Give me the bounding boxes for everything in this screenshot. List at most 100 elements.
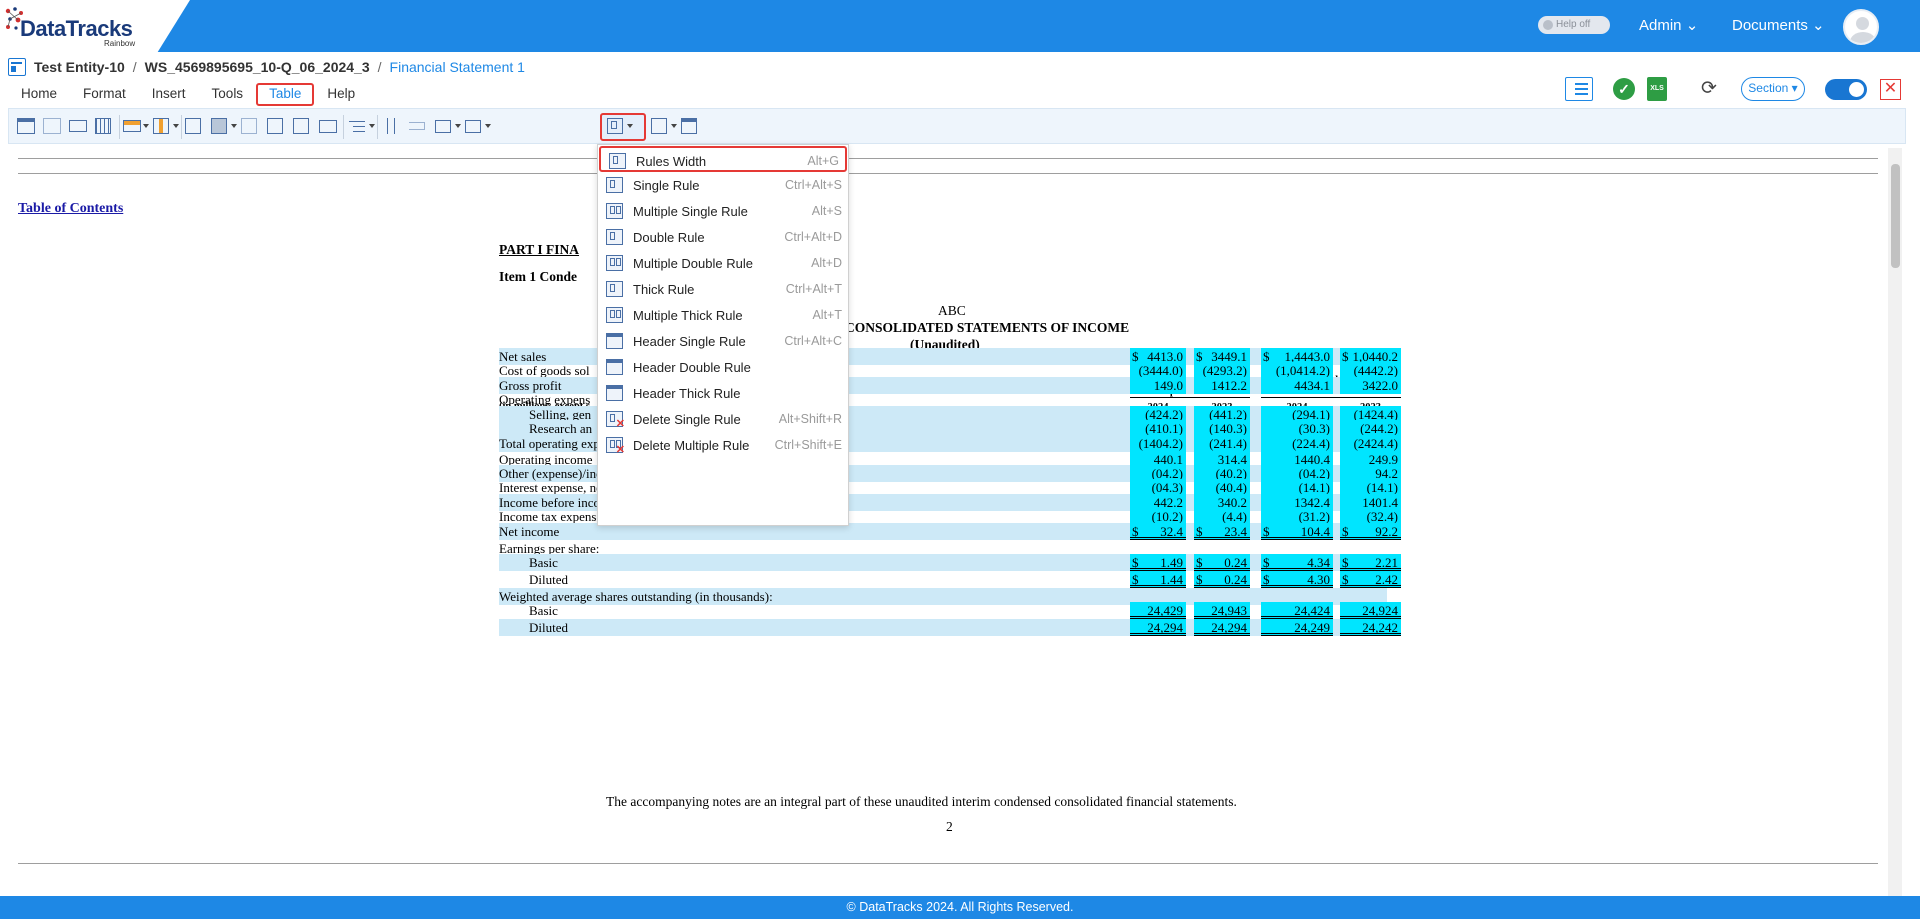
table-row[interactable]: Diluted 24,294 24,294 24,249 24,242	[499, 619, 1401, 636]
menu-home[interactable]: Home	[8, 84, 70, 106]
table-layout-icon[interactable]	[465, 118, 491, 136]
table-cell[interactable]: 24,294	[1194, 619, 1250, 636]
cell-value: 24,424	[1294, 603, 1330, 618]
validate-check-icon[interactable]: ✓	[1613, 78, 1635, 100]
user-avatar[interactable]	[1843, 9, 1879, 45]
rules-menu-item[interactable]: Multiple Double Rule Alt+D	[598, 250, 848, 276]
table-cell[interactable]: $2.21	[1340, 554, 1401, 571]
table-cell[interactable]: (2424.4)	[1340, 435, 1401, 452]
table-settings-icon[interactable]	[681, 118, 701, 136]
table-cell[interactable]: $92.2	[1340, 523, 1401, 540]
rules-menu-item[interactable]: Double Rule Ctrl+Alt+D	[598, 224, 848, 250]
rules-menu-item[interactable]: ✕ Delete Multiple Rule Ctrl+Shift+E	[598, 432, 848, 458]
table-of-contents-link[interactable]: Table of Contents	[18, 201, 123, 217]
breadcrumb-entity[interactable]: Test Entity-10	[34, 59, 125, 75]
select-table-icon[interactable]	[95, 118, 115, 136]
rules-menu-item[interactable]: Multiple Thick Rule Alt+T	[598, 302, 848, 328]
table-cell[interactable]: (241.4)	[1194, 435, 1250, 452]
table-row[interactable]: Diluted $1.44 $0.24 $4.30 $2.42	[499, 571, 1401, 588]
rules-menu-item[interactable]: Header Single Rule Ctrl+Alt+C	[598, 328, 848, 354]
outline-panel-icon[interactable]	[1565, 77, 1593, 101]
scrollbar-thumb[interactable]	[1891, 164, 1900, 268]
table-cell[interactable]: (224.4)	[1261, 435, 1333, 452]
rules-icon[interactable]	[607, 118, 633, 136]
cell-padding-icon[interactable]	[435, 118, 461, 136]
wrap-text-icon[interactable]	[409, 118, 429, 136]
table-cell[interactable]: 24,294	[1130, 619, 1186, 636]
currency-symbol: $	[1263, 555, 1270, 570]
cell-value: (30.3)	[1298, 421, 1330, 436]
help-toggle[interactable]: Help off	[1538, 16, 1610, 34]
table-cell[interactable]: 24,424	[1261, 602, 1333, 619]
table-cell[interactable]: 24,242	[1340, 619, 1401, 636]
header-single-rule-icon	[606, 333, 623, 349]
menu-item-label: Single Rule	[633, 178, 700, 193]
nav-documents[interactable]: Documents ⌄	[1732, 16, 1825, 34]
menu-item-label: Thick Rule	[633, 282, 695, 297]
split-cells-icon[interactable]	[293, 118, 313, 136]
breadcrumb-separator: /	[132, 59, 137, 75]
nav-admin[interactable]: Admin ⌄	[1639, 16, 1698, 34]
table-row[interactable]: Basic $1.49 $0.24 $4.34 $2.21	[499, 554, 1401, 571]
thick-rule-icon	[606, 281, 623, 297]
list-indent-icon[interactable]	[349, 118, 375, 136]
breadcrumb-workspace[interactable]: WS_4569895695_10-Q_06_2024_3	[145, 59, 370, 75]
rules-menu-item[interactable]: Single Rule Ctrl+Alt+S	[598, 172, 848, 198]
table-row[interactable]: Basic 24,429 24,943 24,424 24,924	[499, 602, 1401, 619]
cell-value: (1,0414.2)	[1275, 363, 1330, 378]
table-cell[interactable]: $1.49	[1130, 554, 1186, 571]
rules-menu-item[interactable]: Header Thick Rule	[598, 380, 848, 406]
close-icon[interactable]: ✕	[1880, 79, 1901, 100]
insert-table-icon[interactable]	[17, 118, 37, 136]
table-cell[interactable]: $0.24	[1194, 554, 1250, 571]
table-cell[interactable]: $1.44	[1130, 571, 1186, 588]
table-cell[interactable]: 24,429	[1130, 602, 1186, 619]
rules-menu-item[interactable]: Rules Width Alt+G	[599, 146, 847, 172]
table-cell[interactable]: $32.4	[1130, 523, 1186, 540]
menu-table[interactable]: Table	[256, 83, 315, 106]
currency-symbol: $	[1342, 524, 1349, 539]
merge-cells-icon[interactable]	[267, 118, 287, 136]
distribute-columns-icon[interactable]	[319, 118, 339, 136]
rules-menu-item[interactable]: ✕ Delete Single Rule Alt+Shift+R	[598, 406, 848, 432]
table-cell[interactable]: $4.34	[1261, 554, 1333, 571]
currency-symbol: $	[1263, 524, 1270, 539]
row-color-icon[interactable]	[123, 118, 149, 136]
menu-tools[interactable]: Tools	[199, 84, 257, 106]
menu-item-label: Rules Width	[636, 154, 707, 169]
rules-menu-item[interactable]: Multiple Single Rule Alt+S	[598, 198, 848, 224]
borders-icon[interactable]	[185, 118, 205, 136]
refresh-icon[interactable]: ⟳	[1701, 77, 1717, 100]
table-toolbar	[8, 108, 1906, 144]
section-dropdown[interactable]: Section ▾	[1741, 77, 1805, 101]
column-width-icon[interactable]	[651, 118, 677, 136]
table-properties-icon[interactable]	[43, 118, 63, 136]
logo[interactable]: DataTracks Rainbow	[0, 0, 190, 52]
fill-color-icon[interactable]	[211, 118, 237, 136]
menu-help[interactable]: Help	[314, 84, 368, 106]
column-align-icon[interactable]	[383, 118, 403, 136]
table-cell[interactable]: (1404.2)	[1130, 435, 1186, 452]
table-cell[interactable]: $2.42	[1340, 571, 1401, 588]
excel-export-icon[interactable]: XLS	[1647, 77, 1667, 101]
row-label: Basic	[529, 555, 558, 570]
table-cell[interactable]: $0.24	[1194, 571, 1250, 588]
cell-value: (410.1)	[1145, 421, 1183, 436]
delete-cells-icon[interactable]	[241, 118, 261, 136]
menu-format[interactable]: Format	[70, 84, 139, 106]
breadcrumb-document[interactable]: Financial Statement 1	[390, 59, 525, 75]
table-cell[interactable]: $23.4	[1194, 523, 1250, 540]
table-cell[interactable]: $4.30	[1261, 571, 1333, 588]
table-cell[interactable]: 24,924	[1340, 602, 1401, 619]
insert-row-above-icon[interactable]	[69, 118, 89, 136]
column-color-icon[interactable]	[153, 118, 179, 136]
rules-menu-item[interactable]: Header Double Rule	[598, 354, 848, 380]
page-rule	[18, 863, 1878, 864]
table-cell[interactable]: $104.4	[1261, 523, 1333, 540]
view-toggle[interactable]	[1825, 79, 1867, 100]
menu-item-shortcut: Alt+G	[807, 154, 839, 168]
table-cell[interactable]: 24,249	[1261, 619, 1333, 636]
menu-insert[interactable]: Insert	[139, 84, 199, 106]
rules-menu-item[interactable]: Thick Rule Ctrl+Alt+T	[598, 276, 848, 302]
table-cell[interactable]: 24,943	[1194, 602, 1250, 619]
